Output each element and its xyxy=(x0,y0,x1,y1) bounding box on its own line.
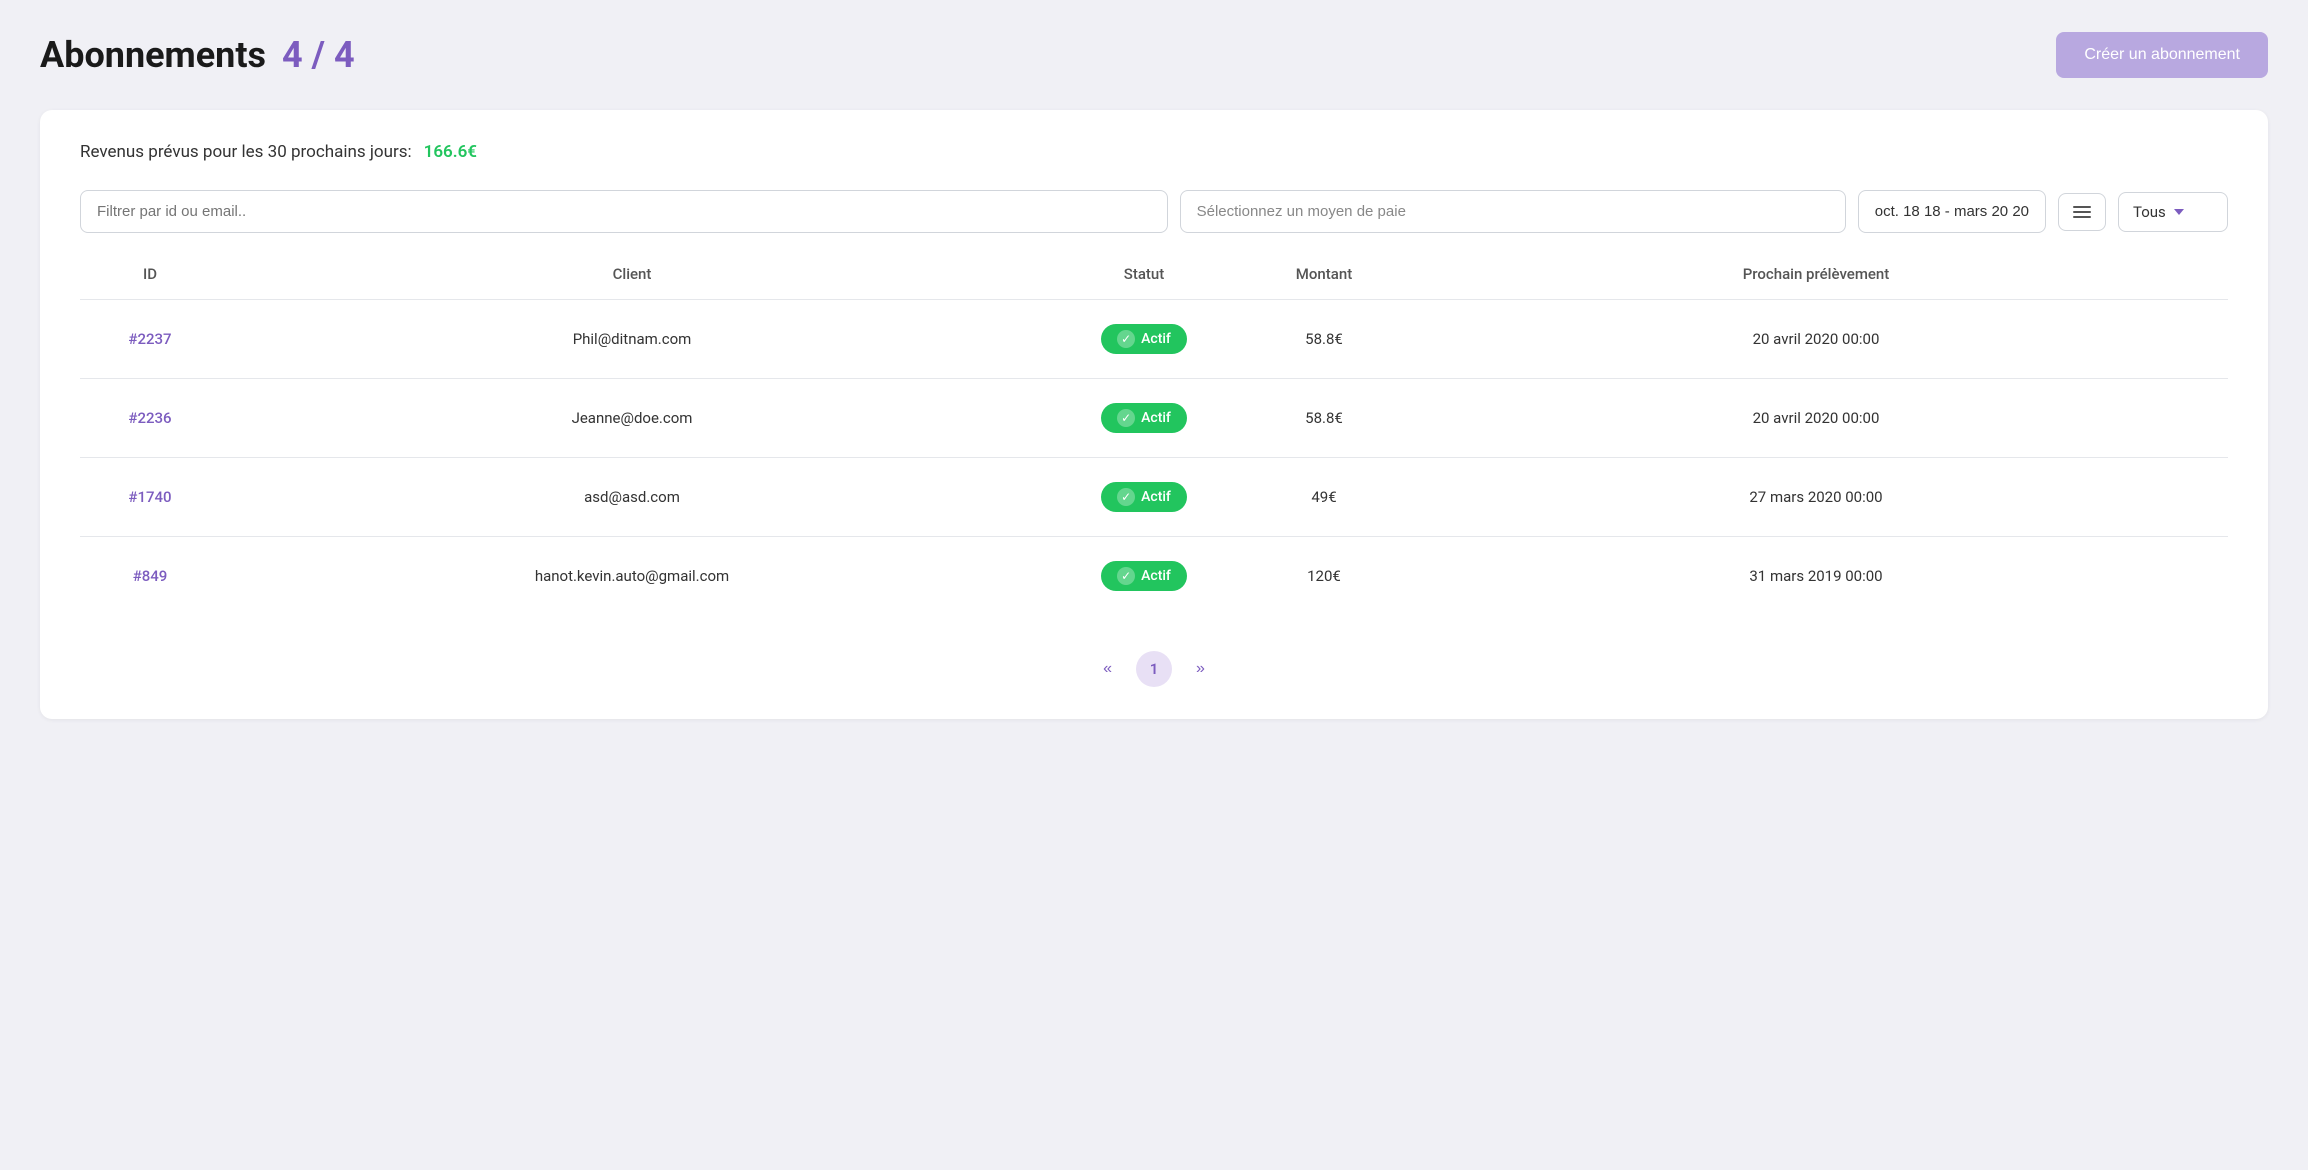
chevron-down-icon xyxy=(2174,209,2184,215)
table-row: #849 hanot.kevin.auto@gmail.com ✓ Actif … xyxy=(80,537,2228,615)
row-amount-1: 58.8€ xyxy=(1244,409,1404,427)
header-title-group: Abonnements 4 / 4 xyxy=(40,34,355,76)
check-icon: ✓ xyxy=(1117,488,1135,506)
table-header: ID Client Statut Montant Prochain prélèv… xyxy=(80,265,2228,300)
pagination: « 1 » xyxy=(80,651,2228,687)
row-client-1: Jeanne@doe.com xyxy=(220,409,1044,427)
page-header: Abonnements 4 / 4 Créer un abonnement xyxy=(40,32,2268,78)
row-status-2: ✓ Actif xyxy=(1044,482,1244,512)
col-header-id: ID xyxy=(80,265,220,283)
status-filter-label: Tous xyxy=(2133,203,2166,221)
check-icon: ✓ xyxy=(1117,409,1135,427)
pagination-next-button[interactable]: » xyxy=(1188,656,1213,682)
row-client-0: Phil@ditnam.com xyxy=(220,330,1044,348)
table-row: #2236 Jeanne@doe.com ✓ Actif 58.8€ 20 av… xyxy=(80,379,2228,458)
status-badge-1: ✓ Actif xyxy=(1101,403,1187,433)
page-title: Abonnements xyxy=(40,34,266,76)
row-status-3: ✓ Actif xyxy=(1044,561,1244,591)
row-next-charge-3: 31 mars 2019 00:00 xyxy=(1404,567,2228,585)
row-client-2: asd@asd.com xyxy=(220,488,1044,506)
list-view-button[interactable] xyxy=(2058,193,2106,231)
revenue-label: Revenus prévus pour les 30 prochains jou… xyxy=(80,142,412,162)
create-subscription-button[interactable]: Créer un abonnement xyxy=(2056,32,2268,78)
check-icon: ✓ xyxy=(1117,567,1135,585)
filters-row: Sélectionnez un moyen de paie oct. 18 18… xyxy=(80,190,2228,233)
pagination-page-1[interactable]: 1 xyxy=(1136,651,1172,687)
table-row: #2237 Phil@ditnam.com ✓ Actif 58.8€ 20 a… xyxy=(80,300,2228,379)
row-status-0: ✓ Actif xyxy=(1044,324,1244,354)
status-badge-2: ✓ Actif xyxy=(1101,482,1187,512)
row-next-charge-1: 20 avril 2020 00:00 xyxy=(1404,409,2228,427)
subscriptions-table: ID Client Statut Montant Prochain prélèv… xyxy=(80,265,2228,615)
revenue-amount: 166.6€ xyxy=(424,142,477,162)
row-id-0[interactable]: #2237 xyxy=(80,330,220,348)
row-next-charge-0: 20 avril 2020 00:00 xyxy=(1404,330,2228,348)
search-input[interactable] xyxy=(80,190,1168,233)
row-amount-2: 49€ xyxy=(1244,488,1404,506)
check-icon: ✓ xyxy=(1117,330,1135,348)
pagination-prev-button[interactable]: « xyxy=(1095,656,1120,682)
status-filter-dropdown[interactable]: Tous xyxy=(2118,192,2228,232)
row-amount-0: 58.8€ xyxy=(1244,330,1404,348)
status-badge-3: ✓ Actif xyxy=(1101,561,1187,591)
row-status-1: ✓ Actif xyxy=(1044,403,1244,433)
row-id-1[interactable]: #2236 xyxy=(80,409,220,427)
row-next-charge-2: 27 mars 2020 00:00 xyxy=(1404,488,2228,506)
row-client-3: hanot.kevin.auto@gmail.com xyxy=(220,567,1044,585)
main-content-card: Revenus prévus pour les 30 prochains jou… xyxy=(40,110,2268,719)
table-row: #1740 asd@asd.com ✓ Actif 49€ 27 mars 20… xyxy=(80,458,2228,537)
revenue-row: Revenus prévus pour les 30 prochains jou… xyxy=(80,142,2228,162)
payment-method-select[interactable]: Sélectionnez un moyen de paie xyxy=(1180,190,1846,233)
row-amount-3: 120€ xyxy=(1244,567,1404,585)
col-header-montant: Montant xyxy=(1244,265,1404,283)
subscription-count: 4 / 4 xyxy=(282,34,355,76)
row-id-3[interactable]: #849 xyxy=(80,567,220,585)
list-lines-icon xyxy=(2073,206,2091,218)
date-range-button[interactable]: oct. 18 18 - mars 20 20 xyxy=(1858,190,2046,233)
row-id-2[interactable]: #1740 xyxy=(80,488,220,506)
col-header-statut: Statut xyxy=(1044,265,1244,283)
col-header-prochain: Prochain prélèvement xyxy=(1404,265,2228,283)
col-header-client: Client xyxy=(220,265,1044,283)
status-badge-0: ✓ Actif xyxy=(1101,324,1187,354)
